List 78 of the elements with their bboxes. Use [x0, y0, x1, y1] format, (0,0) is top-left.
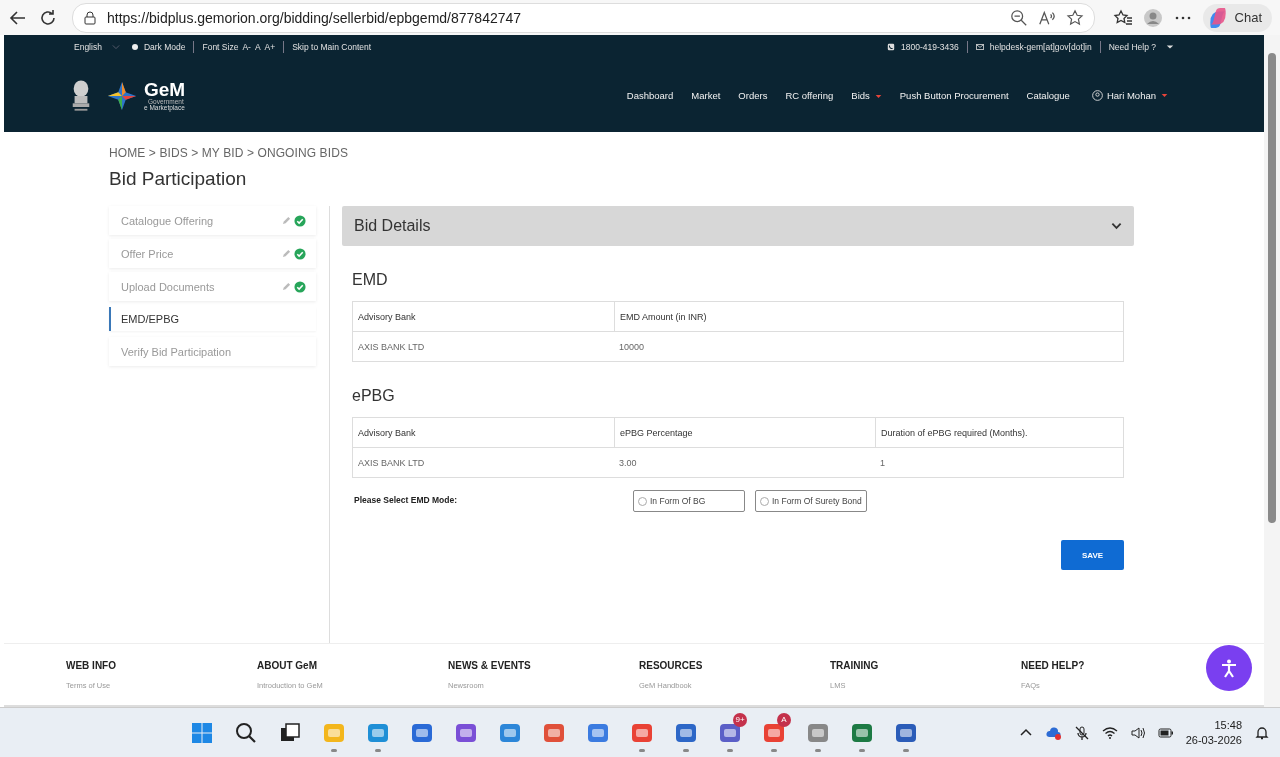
logo-text: GeM: [144, 79, 186, 99]
phone-icon: [887, 43, 895, 51]
skip-link[interactable]: Skip to Main Content: [292, 42, 372, 52]
cloud-icon[interactable]: [1045, 724, 1062, 741]
taskbar-button[interactable]: A: [755, 712, 793, 753]
radio-option[interactable]: In Form Of BG: [633, 490, 745, 512]
address-bar[interactable]: https://bidplus.gemorion.org/bidding/sellerbid/epbgemd/877842747: [72, 2, 1095, 33]
windows-icon[interactable]: [190, 720, 214, 745]
radio-option[interactable]: In Form Of Surety Bond: [755, 490, 867, 512]
font-size-label: Font Size: [202, 42, 239, 52]
language-selector[interactable]: English: [74, 42, 102, 52]
field-label: Please Select EMD Mode:: [354, 494, 458, 505]
email-link[interactable]: helpdesk-gem[at]gov[dot]in: [989, 42, 1092, 52]
nav-link[interactable]: Orders: [738, 90, 768, 101]
clock-date[interactable]: 26-03-2026: [1185, 732, 1242, 748]
zoom-out-icon[interactable]: [1009, 8, 1028, 27]
mic-muted-icon[interactable]: [1073, 724, 1090, 741]
breadcrumb: HOME > BIDS > MY BID > ONGOING BIDS: [109, 146, 349, 160]
table-cell-text: 1: [879, 456, 886, 470]
accordion-header[interactable]: Bid Details: [342, 206, 1134, 246]
step-item[interactable]: EMD/EPBG: [109, 307, 316, 331]
column-header: ePBG Percentage: [614, 418, 875, 447]
chevron-icon[interactable]: [1111, 222, 1122, 230]
radio-icon[interactable]: [760, 496, 769, 506]
taskbar-button[interactable]: 9+: [711, 712, 749, 753]
notification-badge: 9+: [733, 712, 747, 727]
profile-icon[interactable]: [1142, 7, 1163, 28]
table-cell-text: AXIS BANK LTD: [357, 456, 426, 470]
footer-heading: NEWS & EVENTS: [448, 660, 531, 671]
radio-icon[interactable]: [638, 496, 647, 506]
lock-icon: [83, 10, 97, 25]
user-menu[interactable]: Hari Mohan: [1106, 90, 1156, 101]
bell-icon[interactable]: [1254, 724, 1270, 741]
save-button[interactable]: SAVE: [1061, 540, 1124, 570]
nav-link[interactable]: Bids: [851, 90, 882, 101]
clock-time[interactable]: 15:48: [1214, 717, 1242, 733]
notification-badge: A: [777, 712, 791, 727]
table-cell-text: 10000: [618, 340, 646, 354]
scrollbar[interactable]: [1264, 35, 1280, 707]
footer-heading: RESOURCES: [639, 660, 703, 671]
column-header: Advisory Bank: [357, 310, 417, 324]
nav-link[interactable]: Market: [691, 90, 721, 101]
search-icon[interactable]: [234, 720, 258, 745]
column-header: EMD Amount (in INR): [614, 302, 1123, 331]
footer-heading: WEB INFO: [66, 660, 116, 671]
nav-link[interactable]: Dashboard: [626, 90, 674, 101]
speaker-icon[interactable]: [1129, 724, 1146, 741]
phone-number: 1800-419-3436: [901, 42, 959, 52]
nav-link[interactable]: RC offering: [785, 90, 834, 101]
footer-heading: ABOUT GeM: [257, 660, 317, 671]
footer-heading: NEED HELP?: [1021, 660, 1085, 671]
accessibility-icon[interactable]: [1219, 658, 1239, 678]
user-icon[interactable]: [1091, 90, 1103, 101]
toggle-icon[interactable]: [131, 44, 138, 50]
chat-button[interactable]: Chat: [1202, 3, 1272, 32]
column-header: Duration of ePBG required (Months).: [875, 418, 1123, 447]
caret-icon[interactable]: [1166, 44, 1174, 50]
dark-mode-toggle[interactable]: Dark Mode: [143, 42, 186, 52]
font-size-button[interactable]: A-: [242, 42, 251, 52]
mail-icon: [975, 43, 984, 51]
star-icon[interactable]: [1065, 8, 1084, 27]
font-size-button[interactable]: A: [254, 42, 261, 52]
nav-link[interactable]: Push Button Procurement: [899, 90, 1009, 101]
help-menu[interactable]: Need Help ?: [1108, 42, 1156, 52]
nav-link[interactable]: Catalogue: [1026, 90, 1070, 101]
panel-title: Bid Details: [354, 217, 432, 235]
footer-heading: TRAINING: [830, 660, 879, 671]
accessibility-button[interactable]: [1206, 645, 1252, 691]
font-size-button[interactable]: A+: [264, 42, 276, 52]
column-header: Advisory Bank: [357, 426, 417, 440]
table-cell-text: 3.00: [618, 456, 638, 470]
section-title: EMD: [352, 271, 389, 289]
section-title: ePBG: [352, 387, 396, 405]
page-title: Bid Participation: [109, 168, 248, 190]
wifi-icon[interactable]: [1101, 724, 1118, 741]
refresh-icon[interactable]: [38, 7, 58, 28]
table-cell-text: AXIS BANK LTD: [357, 340, 426, 354]
read-aloud-icon[interactable]: [1037, 8, 1056, 27]
